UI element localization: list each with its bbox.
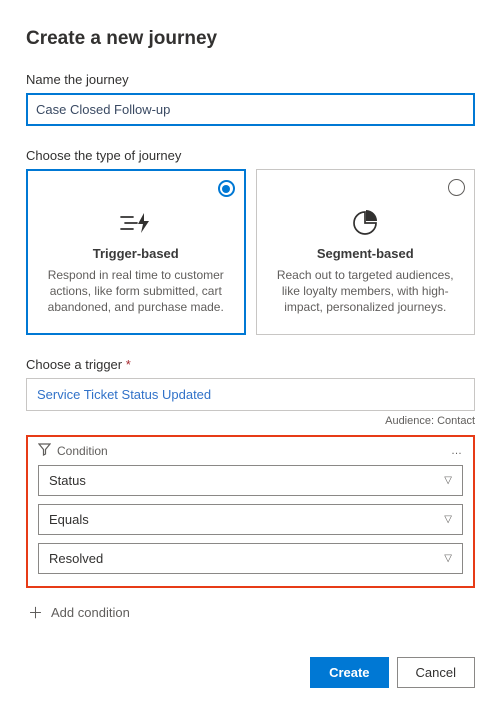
- card-title: Segment-based: [271, 246, 461, 261]
- condition-value-select[interactable]: Resolved ▽: [38, 543, 463, 574]
- page-title: Create a new journey: [26, 28, 475, 50]
- trigger-input[interactable]: [26, 378, 475, 411]
- pie-chart-icon: [352, 210, 378, 236]
- condition-field-select[interactable]: Status ▽: [38, 465, 463, 496]
- condition-more-button[interactable]: …: [451, 445, 463, 457]
- card-desc: Reach out to targeted audiences, like lo…: [271, 267, 461, 316]
- plus-icon: ＋: [28, 602, 43, 623]
- chevron-down-icon: ▽: [444, 514, 452, 525]
- condition-block: Condition … Status ▽ Equals ▽ Resolved ▽: [26, 435, 475, 588]
- card-trigger-based[interactable]: Trigger-based Respond in real time to cu…: [26, 169, 246, 335]
- chevron-down-icon: ▽: [444, 553, 452, 564]
- type-label: Choose the type of journey: [26, 148, 475, 163]
- chevron-down-icon: ▽: [444, 475, 452, 486]
- audience-label: Audience: Contact: [26, 415, 475, 427]
- journey-name-input[interactable]: [26, 93, 475, 126]
- footer-actions: Create Cancel: [26, 657, 475, 688]
- journey-type-cards: Trigger-based Respond in real time to cu…: [26, 169, 475, 335]
- card-desc: Respond in real time to customer actions…: [41, 267, 231, 316]
- trigger-label: Choose a trigger *: [26, 357, 475, 372]
- condition-operator-select[interactable]: Equals ▽: [38, 504, 463, 535]
- card-segment-based[interactable]: Segment-based Reach out to targeted audi…: [256, 169, 476, 335]
- card-title: Trigger-based: [41, 246, 231, 261]
- filter-icon: [38, 443, 51, 459]
- radio-selected-icon: [218, 180, 235, 197]
- condition-header-label: Condition: [57, 444, 108, 458]
- lightning-icon: [119, 210, 153, 236]
- name-label: Name the journey: [26, 72, 475, 87]
- add-condition-button[interactable]: ＋ Add condition: [26, 598, 475, 627]
- radio-unselected-icon: [448, 179, 465, 196]
- cancel-button[interactable]: Cancel: [397, 657, 475, 688]
- required-marker: *: [126, 357, 131, 372]
- create-button[interactable]: Create: [310, 657, 388, 688]
